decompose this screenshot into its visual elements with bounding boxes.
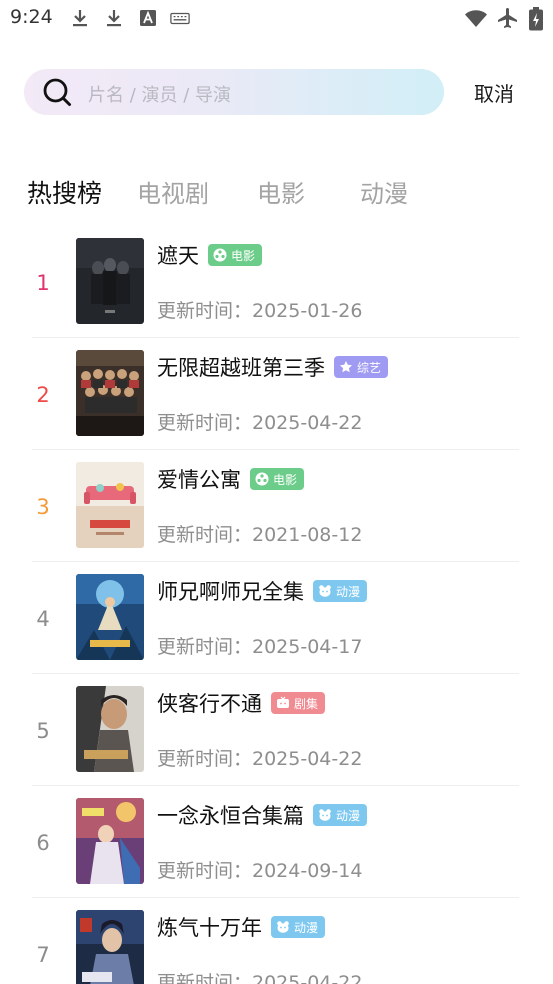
update-time: 更新时间：2024-09-14 <box>157 860 363 882</box>
category-tabs: 热搜榜 电视剧 电影 动漫 <box>0 170 553 210</box>
tab-tv-series[interactable]: 电视剧 <box>137 174 209 209</box>
film-reel-icon <box>255 472 269 486</box>
item-title: 炼气十万年 <box>157 916 262 940</box>
tag-label: 电影 <box>231 248 256 263</box>
title-line: 一念永恒合集篇 动漫 <box>157 800 368 830</box>
rank-number: 5 <box>36 719 50 743</box>
title-line: 遮天 电影 <box>157 240 263 270</box>
rank-number: 7 <box>36 943 50 967</box>
battery-icon <box>529 7 543 31</box>
category-tag: 剧集 <box>271 692 326 714</box>
tag-label: 动漫 <box>336 584 361 599</box>
rank-number: 3 <box>36 495 50 519</box>
rank-number: 6 <box>36 831 50 855</box>
update-time: 更新时间：2025-04-22 <box>157 748 363 770</box>
star-icon <box>340 361 352 373</box>
rank-number: 1 <box>36 271 50 295</box>
title-line: 无限超越班第三季 综艺 <box>157 352 389 382</box>
poster-image <box>76 910 144 984</box>
download-icon <box>73 10 87 27</box>
item-title: 无限超越班第三季 <box>157 356 325 380</box>
tab-anime[interactable]: 动漫 <box>360 174 408 209</box>
poster-image <box>76 798 144 884</box>
rank-number: 4 <box>36 607 50 631</box>
search-icon <box>43 78 71 106</box>
poster-image <box>76 462 144 548</box>
category-tag: 电影 <box>208 244 263 266</box>
mascot-icon <box>319 585 331 597</box>
list-item[interactable]: 6 一念永恒合集篇 动漫 更新时间：2024-09-14 <box>0 786 553 898</box>
cancel-button[interactable]: 取消 <box>474 78 514 107</box>
list-item[interactable]: 3 爱情公寓 电影 更新时间：2021-08-12 <box>0 450 553 562</box>
list-item[interactable]: 5 侠客行不通 剧集 更新时间：2025-04-22 <box>0 674 553 786</box>
tag-label: 电影 <box>273 472 298 487</box>
list-item[interactable]: 4 师兄啊师兄全集 动漫 更新时间：2025-04-17 <box>0 562 553 674</box>
update-time: 更新时间：2025-04-22 <box>157 412 363 434</box>
download-icon <box>107 10 121 27</box>
item-title: 侠客行不通 <box>157 692 262 716</box>
category-tag: 动漫 <box>313 804 368 826</box>
status-bar: 9:24 <box>0 0 553 40</box>
font-icon <box>140 10 156 26</box>
category-tag: 动漫 <box>271 916 326 938</box>
tab-hot-search[interactable]: 热搜榜 <box>27 174 102 210</box>
tag-label: 动漫 <box>294 920 319 935</box>
item-title: 师兄啊师兄全集 <box>157 580 304 604</box>
rank-number: 2 <box>36 383 50 407</box>
item-title: 遮天 <box>157 244 199 268</box>
list-item[interactable]: 1 遮天 电影 更新时间：2025-01-26 <box>0 226 553 338</box>
poster-image <box>76 686 144 772</box>
tv-icon <box>277 696 289 708</box>
tab-movies[interactable]: 电影 <box>257 174 305 209</box>
title-line: 师兄啊师兄全集 动漫 <box>157 576 368 606</box>
mascot-icon <box>319 809 331 821</box>
title-line: 爱情公寓 电影 <box>157 464 305 494</box>
update-time: 更新时间：2025-04-17 <box>157 636 363 658</box>
list-item[interactable]: 7 炼气十万年 动漫 更新时间：2025-04-22 <box>0 898 553 984</box>
airplane-icon <box>498 8 517 28</box>
category-tag: 动漫 <box>313 580 368 602</box>
update-time: 更新时间：2025-01-26 <box>157 300 363 322</box>
item-title: 爱情公寓 <box>157 468 241 492</box>
item-title: 一念永恒合集篇 <box>157 804 304 828</box>
tag-label: 综艺 <box>357 360 382 375</box>
poster-image <box>76 238 144 324</box>
status-time: 9:24 <box>10 6 53 28</box>
poster-image <box>76 350 144 436</box>
category-tag: 综艺 <box>334 356 389 378</box>
category-tag: 电影 <box>250 468 305 490</box>
tag-label: 剧集 <box>294 696 319 711</box>
mascot-icon <box>277 921 289 933</box>
tag-label: 动漫 <box>336 808 361 823</box>
update-time: 更新时间：2021-08-12 <box>157 524 363 546</box>
keyboard-icon <box>170 12 190 25</box>
list-item[interactable]: 2 无限超越班第三季 综艺 更新时间：2025-04-22 <box>0 338 553 450</box>
title-line: 侠客行不通 剧集 <box>157 688 326 718</box>
update-time: 更新时间：2025-04-22 <box>157 972 363 984</box>
film-reel-icon <box>213 248 227 262</box>
search-placeholder: 片名 / 演员 / 导演 <box>88 85 232 106</box>
search-input[interactable]: 片名 / 演员 / 导演 <box>24 69 444 115</box>
title-line: 炼气十万年 动漫 <box>157 912 326 942</box>
poster-image <box>76 574 144 660</box>
wifi-icon <box>465 10 487 28</box>
